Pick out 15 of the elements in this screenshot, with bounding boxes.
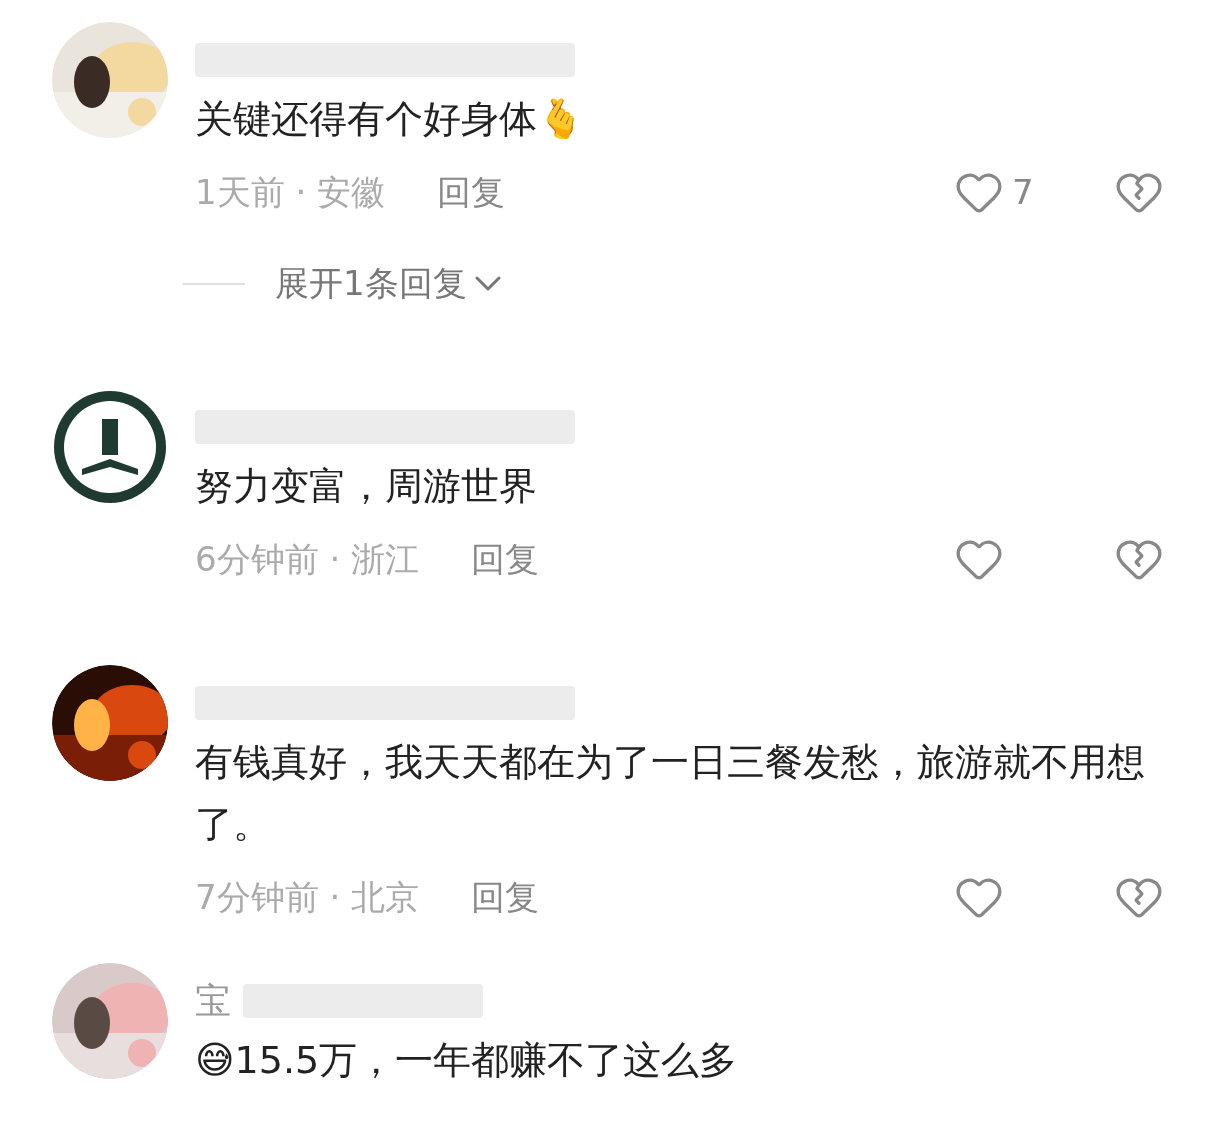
- comment-text: 😅15.5万，一年都赚不了这么多: [195, 1037, 739, 1084]
- like-button[interactable]: 7: [954, 166, 1064, 218]
- comment-meta: 6分钟前 · 浙江: [195, 537, 420, 581]
- reply-button[interactable]: 回复: [437, 166, 506, 218]
- comment-text: 关键还得有个好身体🫰: [195, 96, 585, 143]
- comment-meta: 1天前 · 安徽: [195, 170, 386, 214]
- logo-icon: [52, 389, 168, 505]
- chevron-down-icon: [474, 276, 501, 291]
- expand-replies-button[interactable]: 展开1条回复: [275, 258, 501, 309]
- comment-text: 努力变富，周游世界: [195, 463, 538, 510]
- comment-text: 有钱真好，我天天都在为了一日三餐发愁，旅游就不用想了。: [195, 739, 1146, 848]
- comment-meta: 7分钟前 · 北京: [195, 875, 420, 919]
- username[interactable]: 宝: [195, 974, 231, 1028]
- reply-button[interactable]: 回复: [471, 871, 540, 923]
- reply-button[interactable]: 回复: [471, 533, 540, 585]
